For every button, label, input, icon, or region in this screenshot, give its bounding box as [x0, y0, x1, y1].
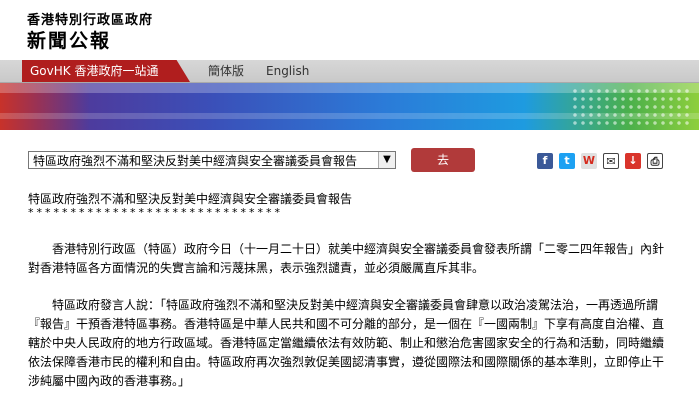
- banner-dots-pattern: [571, 87, 691, 127]
- press-releases-title[interactable]: 新聞公報: [27, 26, 111, 53]
- go-button[interactable]: 去: [411, 148, 475, 172]
- top-nav: GovHK 香港政府一站通 簡体版 English: [0, 60, 699, 83]
- release-toolbar: 特區政府強烈不滿和堅決反對美中經濟與安全審議委員會報告 ▼ 去 f t W ✉ …: [0, 143, 699, 179]
- print-icon[interactable]: ⎙: [647, 153, 663, 169]
- header-banner: [0, 83, 699, 130]
- download-icon[interactable]: ↓: [625, 153, 641, 169]
- title-separator: ******************************: [28, 206, 283, 219]
- facebook-icon[interactable]: f: [537, 153, 553, 169]
- twitter-icon[interactable]: t: [559, 153, 575, 169]
- site-header: 香港特別行政區政府 新聞公報: [0, 0, 699, 60]
- chevron-down-icon[interactable]: ▼: [378, 152, 395, 168]
- article-title: 特區政府強烈不滿和堅決反對美中經濟與安全審議委員會報告: [28, 192, 353, 206]
- release-select[interactable]: 特區政府強烈不滿和堅決反對美中經濟與安全審議委員會報告 ▼: [28, 151, 396, 169]
- article-paragraph-2: 特區政府發言人說：「特區政府強烈不滿和堅決反對美中經濟與安全審議委員會肆意以政治…: [28, 298, 665, 388]
- english-link[interactable]: English: [266, 60, 309, 82]
- simplified-chinese-link[interactable]: 簡体版: [208, 60, 244, 82]
- weibo-icon[interactable]: W: [581, 153, 597, 169]
- govhk-link[interactable]: GovHK 香港政府一站通: [22, 60, 190, 82]
- release-select-value: 特區政府強烈不滿和堅決反對美中經濟與安全審議委員會報告: [33, 154, 358, 168]
- article-paragraph-1: 香港特別行政區（特區）政府今日（十一月二十日）就美中經濟與安全審議委員會發表所謂…: [28, 242, 665, 275]
- email-icon[interactable]: ✉: [603, 153, 619, 169]
